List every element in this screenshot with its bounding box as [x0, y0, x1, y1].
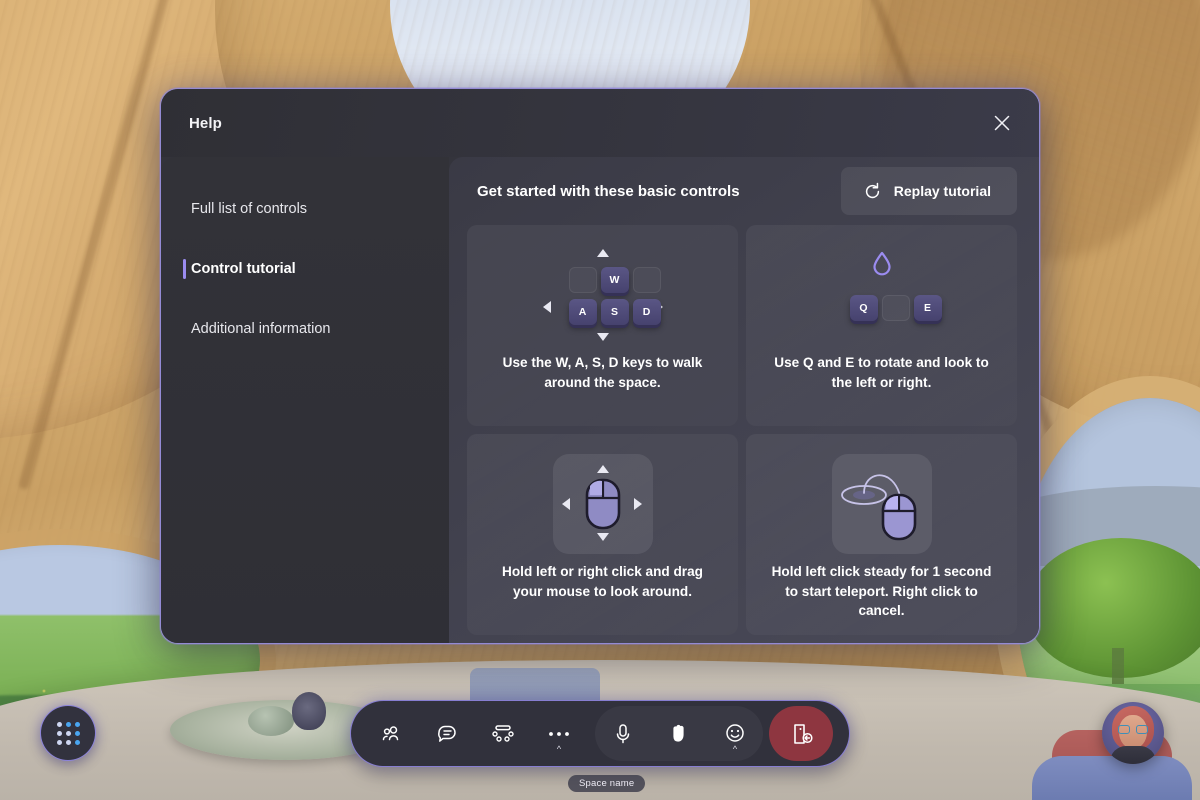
glasses-lens: [1118, 725, 1130, 734]
key-blank-left: [568, 267, 597, 293]
chevron-up-icon: ^: [556, 744, 562, 754]
content-heading: Get started with these basic controls: [477, 182, 740, 200]
chevron-up-icon: ^: [732, 744, 738, 754]
dot: [74, 739, 80, 745]
mouse-look-visual: [552, 454, 653, 554]
chat-icon: [438, 725, 456, 742]
mouse-icon: [585, 478, 620, 530]
key-d: D: [632, 299, 661, 325]
wasd-visual: W A S D: [542, 247, 663, 343]
qe-visual: Q E: [822, 247, 942, 343]
sidebar-item-label: Full list of controls: [191, 201, 308, 217]
teleport-visual: [831, 454, 932, 554]
reactions-button[interactable]: ^: [707, 706, 763, 761]
card-caption: Hold left click steady for 1 second to s…: [771, 564, 992, 619]
microphone-icon: [616, 723, 630, 743]
close-button[interactable]: [983, 104, 1021, 142]
arrow-down-icon: [596, 533, 609, 541]
dialog-header: Help: [161, 89, 1039, 157]
mouse-teleport-icon: [840, 474, 916, 541]
raise-hand-button[interactable]: [651, 706, 707, 761]
dot: [65, 730, 71, 736]
bottom-toolbar: ^ ^: [350, 700, 850, 767]
grid-dots-icon: [56, 721, 80, 745]
more-dots-icon: [549, 731, 569, 736]
toolbar-group-left: ^: [351, 706, 587, 761]
card-caption: Hold left or right click and drag your m…: [502, 564, 703, 599]
rotate-droplet-icon: [872, 251, 891, 276]
tutorial-card-mouse-look: Hold left or right click and drag your m…: [467, 434, 738, 635]
planter-bush: [292, 692, 326, 730]
refresh-icon: [865, 182, 879, 198]
dot: [56, 739, 62, 745]
replay-tutorial-label: Replay tutorial: [893, 183, 991, 199]
leave-door-icon: [794, 723, 813, 744]
key-blank-right: [632, 267, 661, 293]
space-name-label: Space name: [568, 775, 646, 792]
key-s: S: [600, 299, 629, 325]
seating-icon: [492, 724, 514, 742]
arrow-right-icon: [633, 498, 642, 510]
dot: [65, 721, 71, 727]
hand-icon: [673, 724, 684, 742]
glasses-lens: [1136, 725, 1148, 734]
sidebar-item-control-tutorial[interactable]: Control tutorial: [161, 239, 449, 299]
close-icon: [994, 115, 1010, 131]
sidebar-item-additional-information[interactable]: Additional information: [161, 299, 449, 359]
dot: [56, 721, 62, 727]
chat-button[interactable]: [419, 706, 475, 761]
dot: [74, 721, 80, 727]
key-w: W: [600, 267, 629, 293]
arrow-left-icon: [542, 301, 551, 313]
seating-button[interactable]: [475, 706, 531, 761]
content-pane: Get started with these basic controls Re…: [449, 157, 1039, 643]
sidebar: Full list of controls Control tutorial A…: [161, 157, 449, 643]
microphone-button[interactable]: [595, 706, 651, 761]
arrow-up-icon: [596, 465, 609, 473]
tutorial-card-wasd: W A S D Use the W, A, S, D keys to walk …: [467, 225, 738, 426]
sidebar-item-label: Additional information: [191, 321, 331, 337]
dialog-body: Full list of controls Control tutorial A…: [161, 157, 1039, 643]
avatar-glasses: [1118, 725, 1148, 734]
sidebar-item-full-list[interactable]: Full list of controls: [161, 179, 449, 239]
key-blank-center: [881, 295, 910, 321]
card-caption: Use the W, A, S, D keys to walk around t…: [502, 355, 703, 390]
arrow-down-icon: [596, 333, 609, 341]
leave-button[interactable]: [769, 706, 833, 761]
tutorial-cards: W A S D Use the W, A, S, D keys to walk …: [467, 225, 1017, 643]
dot: [74, 730, 80, 736]
toolbar-group-media: ^: [595, 706, 763, 761]
arrow-up-icon: [596, 249, 609, 257]
user-avatar[interactable]: [1102, 702, 1164, 764]
mouse-panel: [552, 454, 653, 554]
app-launcher-button[interactable]: [40, 705, 96, 761]
sidebar-item-label: Control tutorial: [191, 261, 296, 277]
wasd-key-grid: W A S D: [542, 249, 663, 341]
dot: [65, 739, 71, 745]
people-button[interactable]: [363, 706, 419, 761]
dot: [56, 730, 62, 736]
key-q: Q: [849, 295, 878, 321]
teleport-panel: [831, 454, 932, 554]
key-e: E: [913, 295, 942, 321]
help-dialog: Help Full list of controls Control tutor…: [160, 88, 1040, 644]
content-header: Get started with these basic controls Re…: [467, 157, 1017, 225]
tutorial-card-rotate: Q E Use Q and E to rotate and look to th…: [746, 225, 1017, 426]
more-button[interactable]: ^: [531, 706, 587, 761]
people-icon: [382, 725, 399, 740]
card-caption: Use Q and E to rotate and look to the le…: [774, 355, 989, 390]
tutorial-card-teleport: Hold left click steady for 1 second to s…: [746, 434, 1017, 635]
page-title: Help: [189, 114, 222, 132]
arrow-left-icon: [561, 498, 570, 510]
qe-key-group: Q E: [822, 249, 942, 341]
emoji-icon: [726, 723, 744, 742]
avatar-body: [1110, 746, 1156, 764]
replay-tutorial-button[interactable]: Replay tutorial: [840, 167, 1017, 215]
key-a: A: [568, 299, 597, 325]
planter-rock: [248, 706, 294, 736]
